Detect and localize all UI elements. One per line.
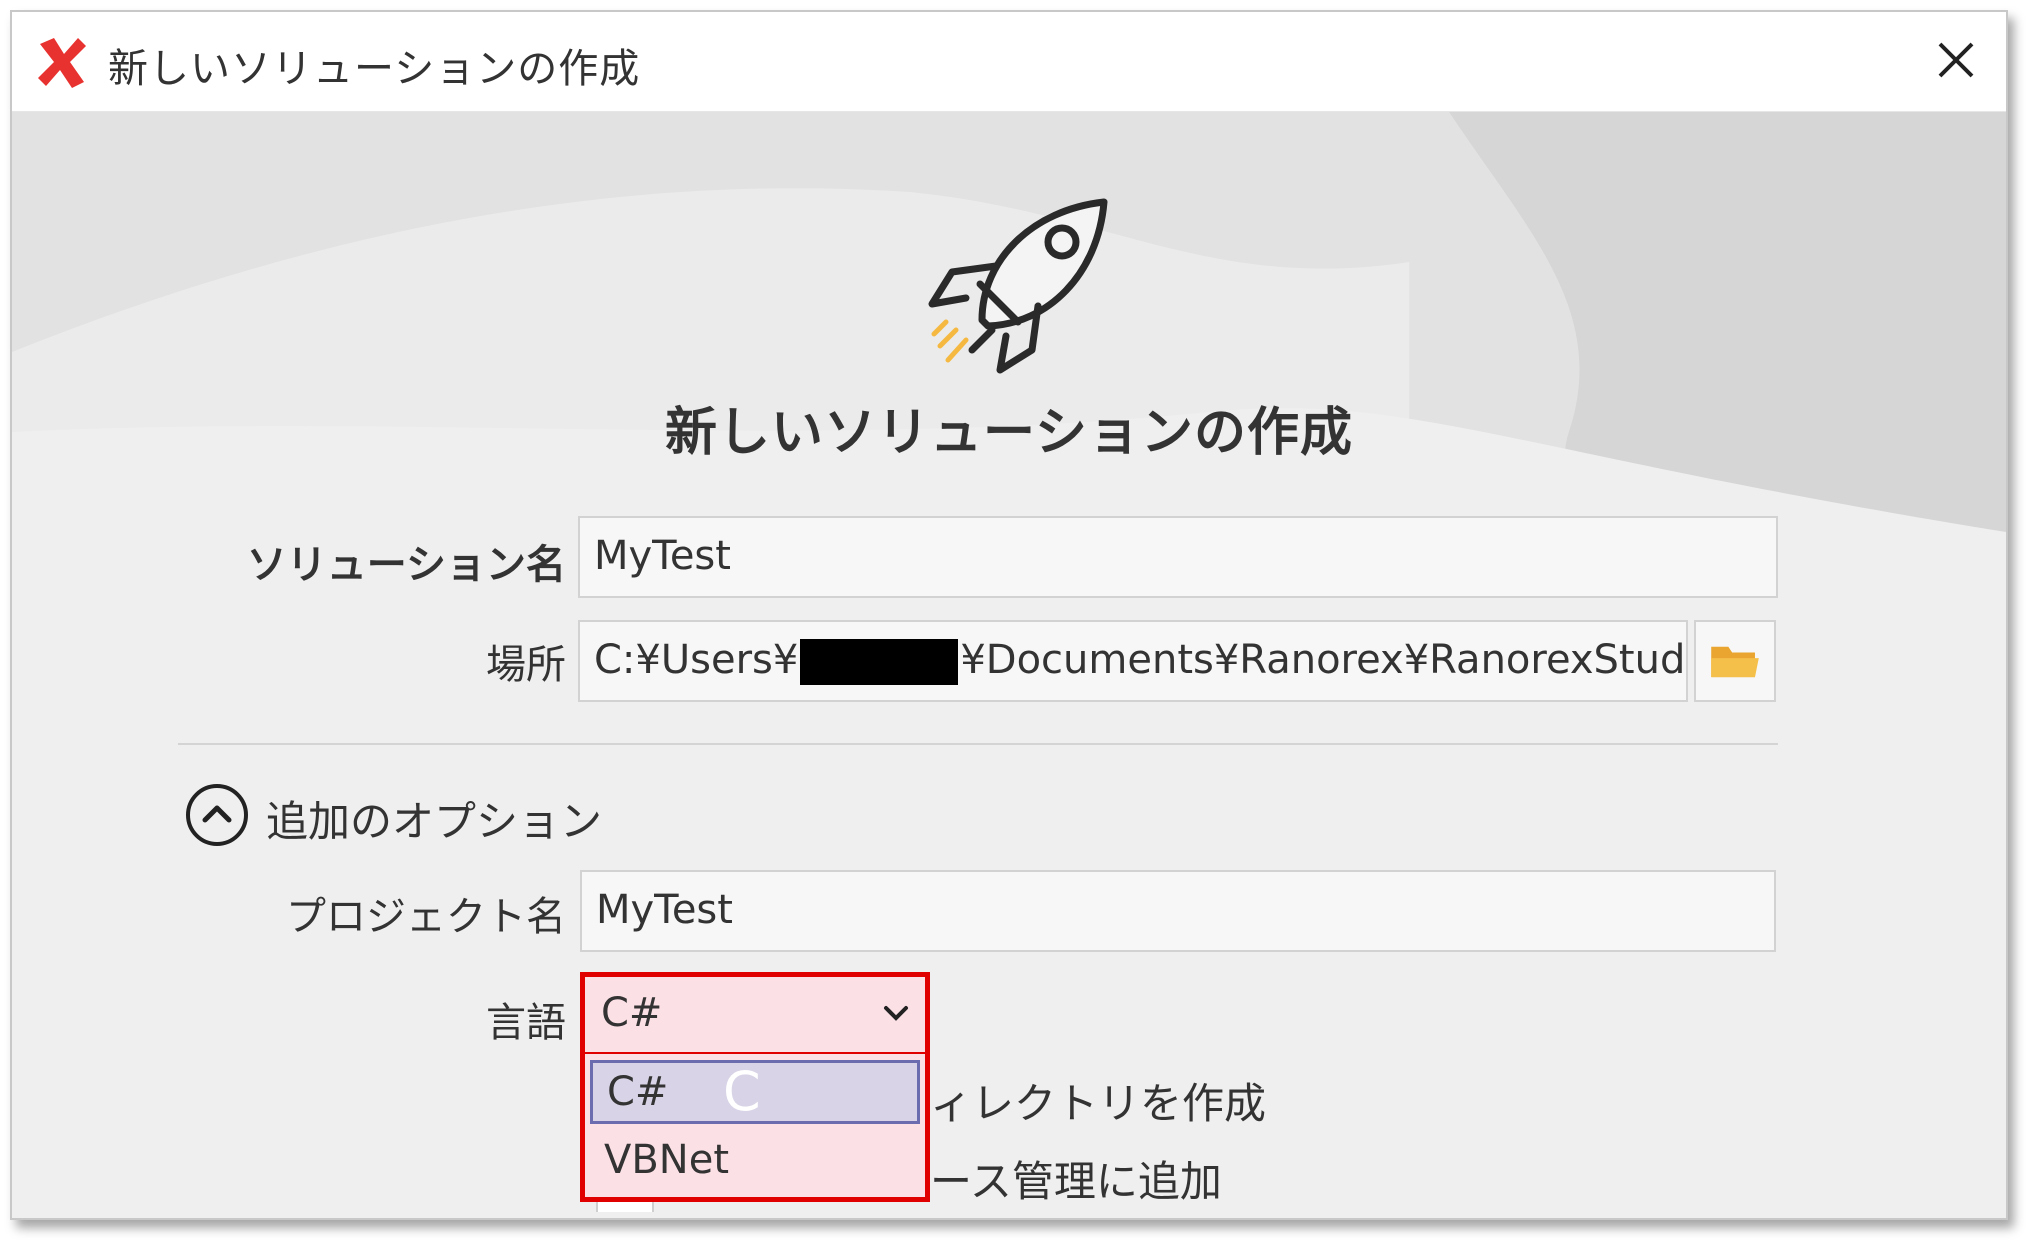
window-title: 新しいソリューションの作成 — [108, 46, 641, 92]
language-selected-value: C# — [601, 990, 663, 1036]
new-solution-dialog: 新しいソリューションの作成 新しいソリューションの作成 ソリューション名 MyT… — [10, 10, 2008, 1220]
language-select[interactable]: C# — [580, 972, 930, 1054]
language-label: 言語 — [486, 1000, 566, 1046]
additional-options-toggle[interactable]: 追加のオプション — [266, 788, 602, 849]
chevron-up-icon[interactable] — [184, 782, 250, 848]
rocket-icon — [928, 198, 1108, 374]
dialog-heading: 新しいソリューションの作成 — [665, 403, 1353, 463]
chevron-down-icon — [884, 1006, 908, 1021]
redacted-username — [800, 639, 959, 685]
solution-name-label: ソリューション名 — [246, 542, 566, 588]
folder-icon — [1711, 646, 1759, 678]
location-suffix: ¥Documents¥Ranorex¥RanorexStudio Pr — [960, 637, 1688, 683]
language-dropdown-list: C# C VBNet — [580, 1052, 930, 1202]
language-option[interactable]: C# C — [590, 1060, 920, 1124]
ranorex-x-icon — [38, 38, 86, 88]
location-label: 場所 — [486, 642, 566, 688]
location-input[interactable]: C:¥Users¥ ¥Documents¥Ranorex¥RanorexStudi… — [578, 620, 1688, 702]
source-control-option-text: ース管理に追加 — [930, 1157, 1222, 1206]
language-option[interactable]: VBNet — [590, 1128, 920, 1192]
section-divider — [178, 743, 1778, 745]
solution-name-input[interactable]: MyTest — [578, 516, 1778, 598]
project-name-input[interactable]: MyTest — [580, 870, 1776, 952]
browse-location-button[interactable] — [1694, 620, 1776, 702]
create-directory-option-text: ィレクトリを作成 — [930, 1079, 1267, 1128]
title-bar: 新しいソリューションの作成 — [12, 12, 2006, 112]
close-icon[interactable] — [1926, 30, 1986, 90]
project-name-label: プロジェクト名 — [286, 894, 566, 940]
hover-indicator: C — [723, 1060, 761, 1123]
location-prefix: C:¥Users¥ — [594, 637, 799, 683]
